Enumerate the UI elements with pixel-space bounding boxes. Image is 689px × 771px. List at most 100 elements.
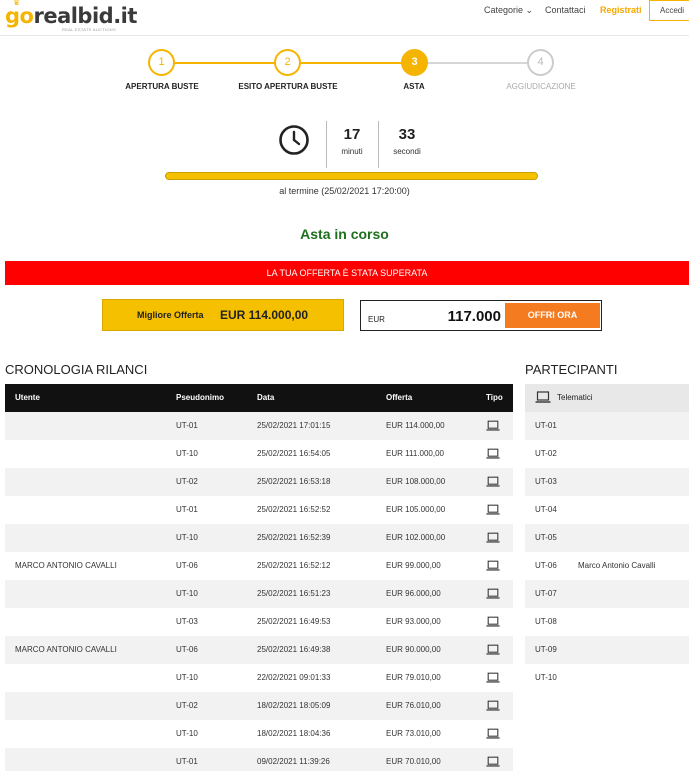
cell-date: 18/02/2021 18:05:09: [257, 701, 331, 710]
participant-code: UT-10: [535, 673, 557, 682]
table-row: UT-10 25/02/2021 16:52:39 EUR 102.000,00: [5, 524, 513, 552]
table-row: UT-01 09/02/2021 11:39:26 EUR 70.010,00: [5, 748, 513, 771]
participant-code: UT-01: [535, 421, 557, 430]
participant-rows: UT-01 UT-02 UT-03 UT-04 UT-05 UT-06 Marco Anto…: [525, 412, 689, 692]
cell-date: 25/02/2021 16:52:12: [257, 561, 331, 570]
cell-date: 25/02/2021 16:52:52: [257, 505, 331, 514]
participant-row: UT-08: [525, 608, 689, 636]
bid-rows: UT-01 25/02/2021 17:01:15 EUR 114.000,00 UT…: [5, 412, 513, 771]
step-3-label: ASTA: [403, 82, 425, 91]
cell-tipo: [486, 664, 500, 692]
participant-code: UT-06: [535, 561, 557, 570]
cell-offer: EUR 105.000,00: [386, 505, 446, 514]
laptop-icon: [486, 420, 500, 431]
cell-pseudonimo: UT-02: [176, 477, 198, 486]
countdown-separator: [378, 121, 379, 168]
cell-tipo: [486, 412, 500, 440]
laptop-icon: [486, 700, 500, 711]
cell-tipo: [486, 580, 500, 608]
logo-rest: realbid.it: [33, 4, 137, 28]
laptop-icon: [486, 532, 500, 543]
cell-date: 25/02/2021 17:01:15: [257, 421, 331, 430]
cell-pseudonimo: UT-10: [176, 449, 198, 458]
participant-row: UT-06 Marco Antonio Cavalli: [525, 552, 689, 580]
step-line-future: [414, 62, 541, 64]
cell-tipo: [486, 720, 500, 748]
participant-code: UT-03: [535, 477, 557, 486]
offer-currency: EUR: [368, 315, 385, 324]
cell-pseudonimo: UT-02: [176, 701, 198, 710]
countdown-progress-bar: [165, 172, 538, 180]
clock-icon: [279, 125, 309, 155]
table-row: UT-10 25/02/2021 16:51:23 EUR 96.000,00: [5, 580, 513, 608]
cell-offer: EUR 73.010,00: [386, 729, 441, 738]
offer-submit-button[interactable]: OFFRI ORA: [505, 303, 600, 328]
table-row: UT-10 22/02/2021 09:01:33 EUR 79.010,00: [5, 664, 513, 692]
cell-offer: EUR 76.010,00: [386, 701, 441, 710]
laptop-icon: [486, 588, 500, 599]
cell-user: MARCO ANTONIO CAVALLI: [15, 645, 117, 654]
step-4-label: AGGIUDICAZIONE: [506, 82, 576, 91]
cell-pseudonimo: UT-01: [176, 421, 198, 430]
nav-contattaci[interactable]: Contattaci: [545, 5, 586, 15]
step-3-circle: 3: [401, 49, 428, 76]
site-header: ♛ gorealbid.it REAL ESTATE AUCTIONS Cate…: [0, 0, 689, 36]
laptop-icon: [486, 728, 500, 739]
cell-offer: EUR 111.000,00: [386, 449, 444, 458]
cell-date: 25/02/2021 16:53:18: [257, 477, 331, 486]
participant-code: UT-05: [535, 533, 557, 542]
cell-date: 25/02/2021 16:51:23: [257, 589, 331, 598]
participant-row: UT-09: [525, 636, 689, 664]
cell-offer: EUR 99.000,00: [386, 561, 441, 570]
participants-title: PARTECIPANTI: [525, 362, 618, 377]
countdown-progress-fill: [166, 173, 537, 179]
col-data: Data: [257, 393, 275, 402]
col-pseudonimo: Pseudonimo: [176, 393, 225, 402]
table-row: MARCO ANTONIO CAVALLI UT-06 25/02/2021 16:…: [5, 552, 513, 580]
laptop-icon: [486, 644, 500, 655]
nav-registrati[interactable]: Registrati: [600, 5, 642, 15]
accedi-button[interactable]: Accedi: [649, 0, 689, 21]
nav-categorie[interactable]: Categorie ⌄: [484, 5, 533, 16]
cell-user: MARCO ANTONIO CAVALLI: [15, 561, 117, 570]
bid-history-table: Utente Pseudonimo Data Offerta Tipo UT-0…: [5, 384, 513, 771]
laptop-icon: [486, 448, 500, 459]
countdown-seconds-label: secondi: [393, 147, 421, 156]
laptop-icon: [486, 476, 500, 487]
participant-row: UT-01: [525, 412, 689, 440]
logo[interactable]: ♛ gorealbid.it: [5, 0, 137, 28]
cell-pseudonimo: UT-03: [176, 617, 198, 626]
cell-pseudonimo: UT-06: [176, 561, 198, 570]
offer-amount-input[interactable]: [391, 304, 501, 328]
participants-header: Telematici: [525, 384, 689, 412]
countdown-seconds: 33: [398, 126, 416, 143]
best-offer-label: Migliore Offerta: [137, 310, 204, 320]
participant-code: UT-08: [535, 617, 557, 626]
countdown-minutes-label: minuti: [341, 147, 363, 156]
laptop-icon: [486, 672, 500, 683]
cell-offer: EUR 90.000,00: [386, 645, 441, 654]
cell-tipo: [486, 468, 500, 496]
table-row: UT-01 25/02/2021 16:52:52 EUR 105.000,00: [5, 496, 513, 524]
participant-code: UT-02: [535, 449, 557, 458]
best-offer-value: EUR 114.000,00: [220, 308, 309, 322]
cell-pseudonimo: UT-01: [176, 757, 198, 766]
countdown-separator: [326, 121, 327, 168]
cell-tipo: [486, 552, 500, 580]
table-row: UT-10 18/02/2021 18:04:36 EUR 73.010,00: [5, 720, 513, 748]
table-row: UT-02 18/02/2021 18:05:09 EUR 76.010,00: [5, 692, 513, 720]
participant-row: UT-03: [525, 468, 689, 496]
best-offer-box: Migliore Offerta EUR 114.000,00: [102, 299, 344, 331]
cell-date: 25/02/2021 16:49:53: [257, 617, 331, 626]
step-1-label: APERTURA BUSTE: [125, 82, 199, 91]
cell-date: 09/02/2021 11:39:26: [257, 757, 330, 766]
crown-icon: ♛: [13, 0, 20, 7]
offer-form: EUR OFFRI ORA: [360, 300, 602, 331]
cell-tipo: [486, 524, 500, 552]
participant-row: UT-02: [525, 440, 689, 468]
logo-tagline: REAL ESTATE AUCTIONS: [62, 27, 116, 32]
cell-date: 25/02/2021 16:54:05: [257, 449, 331, 458]
cell-date: 25/02/2021 16:52:39: [257, 533, 331, 542]
cell-tipo: [486, 748, 500, 771]
col-offerta: Offerta: [386, 393, 413, 402]
